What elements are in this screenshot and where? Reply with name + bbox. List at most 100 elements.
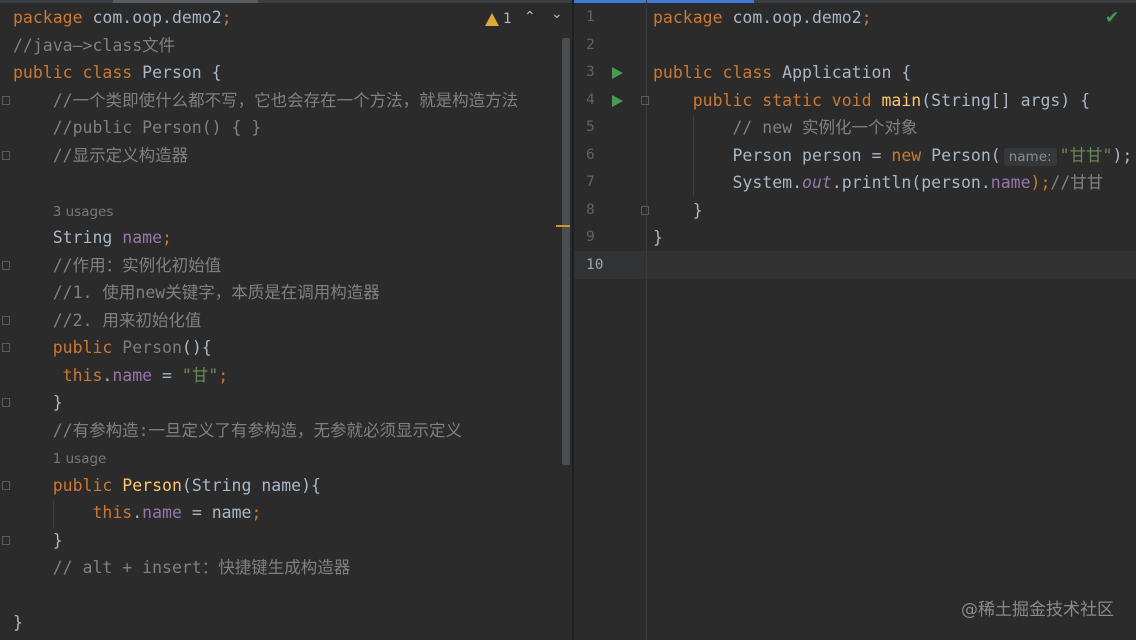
code-token: package xyxy=(13,8,93,27)
code-line[interactable]: package com.oop.demo2; xyxy=(653,4,1132,32)
code-line[interactable]: //2. 用来初始化值 xyxy=(13,307,518,335)
code-line[interactable]: //作用：实例化初始值 xyxy=(13,252,518,280)
fold-icon[interactable] xyxy=(641,206,649,215)
code-line[interactable]: } xyxy=(13,527,518,555)
fold-icon[interactable] xyxy=(2,343,10,352)
code-line[interactable]: //java—>class文件 xyxy=(13,32,518,60)
check-icon: ✔ xyxy=(1105,8,1120,28)
line-number-gutter[interactable]: 1 2 3 4 5 6 7 8 9 10 xyxy=(574,4,646,279)
code-token: //甘甘 xyxy=(1050,173,1104,192)
run-icon[interactable] xyxy=(612,94,623,107)
code-line[interactable]: //1. 使用new关键字，本质是在调用构造器 xyxy=(13,279,518,307)
code-line[interactable] xyxy=(13,169,518,197)
line-number-text: 3 xyxy=(586,64,595,80)
code-token: //作用：实例化初始值 xyxy=(13,255,222,275)
code-line[interactable]: public Person(String name){ xyxy=(13,472,518,500)
line-number-text: 1 xyxy=(586,9,595,25)
code-line[interactable]: //显示定义构造器 xyxy=(13,142,518,170)
code-token: public class xyxy=(13,63,143,82)
code-line[interactable]: public class Person { xyxy=(13,59,518,87)
code-line[interactable]: //public Person() { } xyxy=(13,114,518,142)
code-token: } xyxy=(653,228,663,247)
code-token: out xyxy=(802,173,832,192)
line-number[interactable]: 3 xyxy=(574,59,646,87)
code-token: = name xyxy=(181,503,252,522)
code-token: main xyxy=(881,90,922,110)
code-line[interactable]: String name; xyxy=(13,224,518,252)
code-line[interactable]: this.name = name; xyxy=(13,499,518,527)
code-token: } xyxy=(13,613,23,632)
line-number[interactable]: 9 xyxy=(574,224,646,252)
code-line[interactable]: // new 实例化一个对象 xyxy=(653,114,1132,142)
code-line[interactable]: public class Application { xyxy=(653,59,1132,87)
code-line[interactable]: } xyxy=(653,224,1132,252)
code-token: com.oop.demo2 xyxy=(732,8,862,27)
usages-hint[interactable]: 3 usages xyxy=(53,204,114,220)
line-number[interactable]: 10 xyxy=(574,252,646,280)
code-token: System. xyxy=(653,173,803,192)
watermark: @稀土掘金技术社区 xyxy=(961,600,1114,620)
fold-icon[interactable] xyxy=(2,481,10,490)
line-number-text: 7 xyxy=(586,174,595,190)
line-number[interactable]: 7 xyxy=(574,169,646,197)
code-line[interactable]: //有参构造:一旦定义了有参构造，无参就必须显示定义 xyxy=(13,417,518,445)
inspection-widget[interactable]: 1 xyxy=(485,11,512,27)
code-token: ); xyxy=(1030,173,1051,192)
code-line[interactable]: this.name = "甘"; xyxy=(13,362,518,390)
chevron-down-icon[interactable]: ⌄ xyxy=(551,6,563,22)
fold-icon[interactable] xyxy=(2,96,10,105)
fold-icon[interactable] xyxy=(641,96,649,105)
code-line[interactable]: } xyxy=(13,609,518,637)
run-icon[interactable] xyxy=(612,67,623,79)
code-token: Application { xyxy=(782,63,912,82)
warning-stripe-marker[interactable] xyxy=(556,225,570,227)
fold-icon[interactable] xyxy=(2,536,10,545)
code-token: this xyxy=(13,503,133,522)
code-line[interactable] xyxy=(653,252,1132,280)
vertical-scrollbar[interactable] xyxy=(562,38,570,465)
code-line[interactable]: } xyxy=(13,389,518,417)
line-number[interactable]: 1 xyxy=(574,4,646,32)
line-number[interactable]: 5 xyxy=(574,114,646,142)
fold-icon[interactable] xyxy=(2,398,10,407)
code-token: } xyxy=(13,530,63,550)
tab-strip xyxy=(0,0,572,3)
code-area[interactable]: package com.oop.demo2; //java—>class文件 pub… xyxy=(13,4,518,637)
active-tab-indicator xyxy=(574,0,754,3)
code-line[interactable]: package com.oop.demo2; xyxy=(13,4,518,32)
code-line[interactable] xyxy=(13,582,518,610)
code-line[interactable] xyxy=(653,32,1132,60)
fold-icon[interactable] xyxy=(2,316,10,325)
code-token: name xyxy=(990,173,1031,192)
line-number[interactable]: 6 xyxy=(574,142,646,170)
code-line[interactable]: // alt + insert：快捷键生成构造器 xyxy=(13,554,518,582)
code-token: (String name){ xyxy=(181,475,321,495)
line-number[interactable]: 8 xyxy=(574,197,646,225)
left-editor-pane[interactable]: package com.oop.demo2; //java—>class文件 pub… xyxy=(0,0,572,640)
usages-hint[interactable]: 1 usage xyxy=(53,451,107,467)
code-token: } xyxy=(13,393,63,412)
code-token: Person person = xyxy=(653,145,892,165)
fold-icon[interactable] xyxy=(2,151,10,160)
code-token: //有参构造:一旦定义了有参构造，无参就必须显示定义 xyxy=(13,420,463,440)
code-token: ; xyxy=(221,8,232,27)
code-token: public class xyxy=(653,63,783,82)
line-number[interactable]: 2 xyxy=(574,32,646,60)
code-area[interactable]: package com.oop.demo2; public class Appli… xyxy=(653,4,1132,279)
code-line[interactable]: Person person = new Person(name: "甘甘"); xyxy=(653,142,1132,170)
code-token: name xyxy=(112,365,153,385)
code-line[interactable]: //一个类即使什么都不写，它也会存在一个方法，就是构造方法 xyxy=(13,87,518,115)
code-line[interactable]: public Person(){ xyxy=(13,334,518,362)
right-editor-pane[interactable]: 1 2 3 4 5 6 7 8 9 10 package com.oop.demo2; public… xyxy=(574,0,1136,640)
chevron-up-icon[interactable]: ⌃ xyxy=(524,9,536,25)
fold-icon[interactable] xyxy=(2,261,10,270)
code-line[interactable]: System.out.println(person.name);//甘甘 xyxy=(653,169,1132,197)
code-line[interactable]: 1 usage xyxy=(13,444,518,472)
line-number[interactable]: 4 xyxy=(574,87,646,115)
code-token: = xyxy=(152,365,182,385)
code-line[interactable]: 3 usages xyxy=(13,197,518,225)
code-line[interactable]: } xyxy=(653,197,1132,225)
active-tab-indicator xyxy=(113,0,258,3)
code-line[interactable]: public static void main(String[] args) { xyxy=(653,87,1132,115)
